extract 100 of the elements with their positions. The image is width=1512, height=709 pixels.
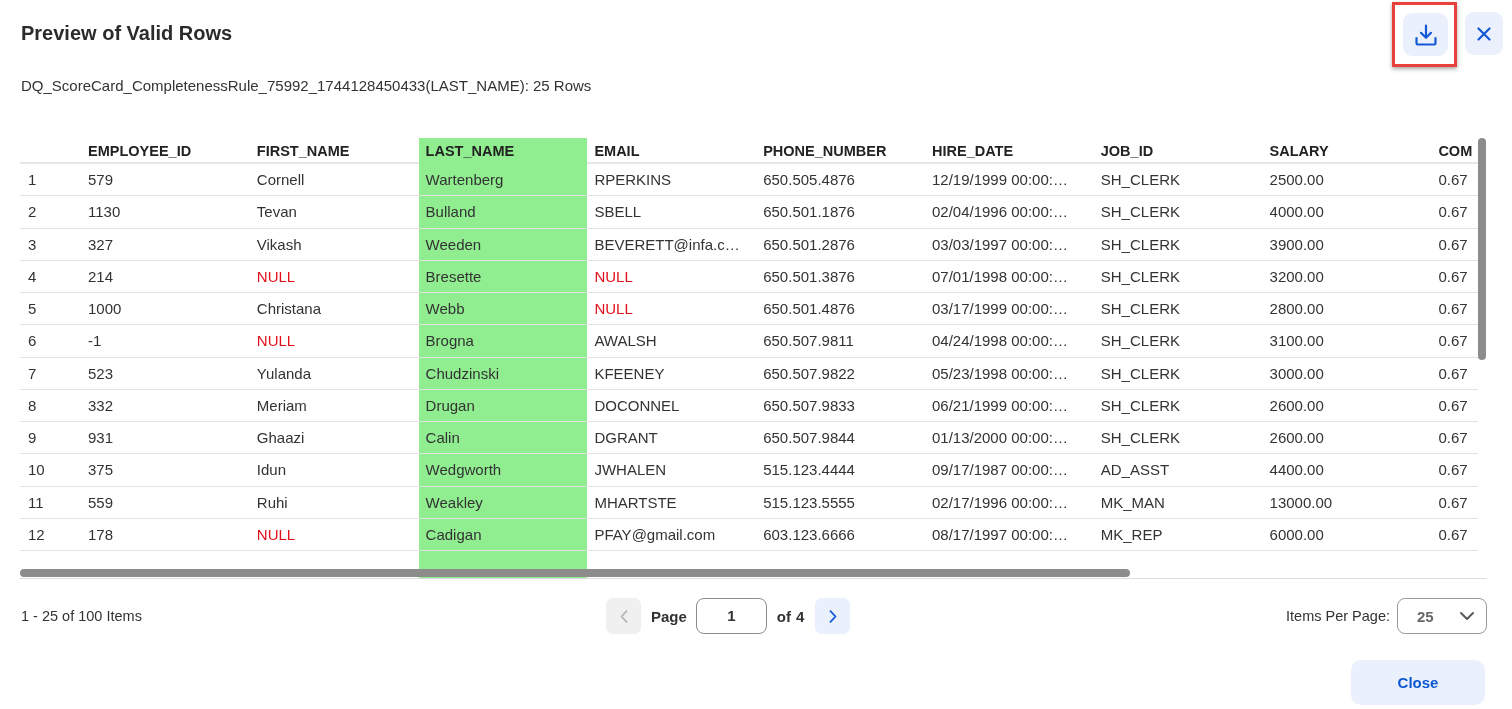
- table-cell-text: Cornell: [255, 170, 306, 190]
- table-cell-text: NULL: [255, 266, 297, 287]
- table-cell-text: 559: [87, 492, 115, 513]
- page-number-field[interactable]: 1: [695, 598, 767, 634]
- page-count: 4: [796, 607, 805, 625]
- column-header: HIRE_DATE: [931, 142, 1015, 161]
- table-cell: Brogna: [418, 325, 588, 357]
- table-cell-text: MHARTSTE: [593, 492, 678, 513]
- table-cell-text: 1130: [87, 202, 122, 223]
- chevron-left-icon: [619, 609, 628, 623]
- items-per-page-select[interactable]: 25: [1397, 598, 1487, 634]
- close-dialog-button[interactable]: Close: [1351, 660, 1485, 705]
- row-number: 6: [27, 331, 38, 352]
- table-cell-text: 3200.00: [1268, 266, 1325, 287]
- table-cell-text: 0.67: [1437, 234, 1469, 255]
- table-cell-text: NULL: [255, 524, 297, 545]
- column-header: JOB_ID: [1099, 142, 1155, 161]
- column-header: PHONE_NUMBER: [762, 142, 888, 161]
- table-cell-text: 2600.00: [1268, 428, 1325, 449]
- table-cell-text: NULL: [255, 331, 297, 352]
- table-cell-text: SH_CLERK: [1099, 266, 1181, 287]
- table-cell: Wedgworth: [418, 454, 588, 486]
- download-icon: [1414, 23, 1437, 46]
- table-cell: Wartenberg: [418, 164, 588, 196]
- table-cell-text: 650.501.2876: [762, 234, 856, 255]
- table-cell-text: 332: [87, 395, 115, 416]
- table-cell-text: 06/21/1999 00:00:…: [931, 395, 1069, 416]
- vertical-scrollbar[interactable]: [1478, 138, 1486, 360]
- chevron-right-icon: [828, 609, 837, 623]
- table-cell-text: 931: [87, 428, 115, 449]
- table-cell-text: 214: [87, 266, 115, 287]
- row-number: 9: [27, 428, 38, 449]
- table-cell-text: 4000.00: [1268, 202, 1325, 223]
- table-cell-text: SH_CLERK: [1099, 428, 1181, 449]
- table-cell: Chudzinski: [418, 357, 588, 389]
- table-cell-text: SH_CLERK: [1099, 170, 1181, 190]
- table-cell-text: 05/23/1998 00:00:…: [931, 363, 1069, 384]
- table-cell-text: Idun: [255, 460, 287, 481]
- table-cell-text: 0.67: [1437, 492, 1469, 513]
- table-cell-text: 07/01/1998 00:00:…: [931, 266, 1069, 287]
- table-cell-text: Tevan: [255, 202, 298, 223]
- row-number: 4: [27, 266, 38, 287]
- table-cell-text: 579: [87, 170, 115, 190]
- table-cell-text: 0.67: [1437, 331, 1469, 352]
- table-cell: Bulland: [418, 196, 588, 228]
- table-cell-text: MK_MAN: [1099, 492, 1166, 513]
- table-cell-text: 178: [87, 524, 115, 545]
- row-number: 7: [27, 363, 38, 384]
- column-header: SALARY: [1268, 142, 1330, 161]
- close-button[interactable]: [1465, 12, 1503, 55]
- column-header: COM: [1437, 142, 1474, 161]
- table-cell-text: 650.501.4876: [762, 299, 856, 320]
- table-cell-text: 6000.00: [1268, 524, 1325, 545]
- row-number: 12: [27, 524, 46, 545]
- table-cell-text: 0.67: [1437, 428, 1469, 449]
- table-cell-text: BEVERETT@infa.c…: [593, 234, 741, 255]
- table-cell-text: 01/13/2000 00:00:…: [931, 428, 1069, 449]
- table-cell-text: 650.501.1876: [762, 202, 856, 223]
- dialog-title: Preview of Valid Rows: [21, 21, 233, 45]
- table-cell-text: 0.67: [1437, 524, 1469, 545]
- table-cell-text: 03/17/1999 00:00:…: [931, 299, 1069, 320]
- table-cell-text: 09/17/1987 00:00:…: [931, 460, 1069, 481]
- table-cell-text: 04/24/1998 00:00:…: [931, 331, 1069, 352]
- column-header: EMPLOYEE_ID: [87, 142, 193, 161]
- dataset-subtitle: DQ_ScoreCard_CompletenessRule_75992_1744128450433(LAST_NAME): 25 Rows: [21, 76, 593, 96]
- horizontal-scrollbar[interactable]: [20, 569, 1130, 577]
- table-cell-text: 1000: [87, 299, 123, 320]
- of-label: of: [776, 607, 792, 625]
- table-cell-text: 08/17/1997 00:00:…: [931, 524, 1069, 545]
- page-label: Page: [651, 607, 687, 625]
- table-cell-text: 0.67: [1437, 266, 1469, 287]
- table-cell-text: Ruhi: [255, 492, 289, 513]
- table-cell-text: 650.507.9844: [762, 428, 856, 449]
- table-cell-text: 650.507.9811: [762, 331, 855, 352]
- table-cell-text: 3000.00: [1268, 363, 1325, 384]
- table-cell-text: 03/03/1997 00:00:…: [931, 234, 1069, 255]
- table-cell-text: 4400.00: [1268, 460, 1325, 481]
- table-cell-text: 2800.00: [1268, 299, 1325, 320]
- table-cell-text: Christana: [255, 299, 322, 320]
- download-button[interactable]: [1403, 13, 1448, 56]
- table-cell-text: Ghaazi: [255, 428, 306, 449]
- row-number: 5: [27, 299, 38, 320]
- table-cell-text: MK_REP: [1099, 524, 1164, 545]
- table-cell-text: Yulanda: [255, 363, 313, 384]
- table-cell-text: 02/17/1996 00:00:…: [931, 492, 1069, 513]
- table-cell-text: 12/19/1999 00:00:…: [931, 170, 1069, 190]
- row-number: 8: [27, 395, 38, 416]
- table-cell-text: PFAY@gmail.com: [593, 524, 717, 545]
- table-cell-text: 515.123.5555: [762, 492, 856, 513]
- table-cell-text: NULL: [593, 266, 634, 287]
- table-cell-text: 2600.00: [1268, 395, 1325, 416]
- table-cell-text: SH_CLERK: [1099, 395, 1181, 416]
- table-cell-text: SH_CLERK: [1099, 202, 1181, 223]
- table-cell-text: 3900.00: [1268, 234, 1325, 255]
- table-cell-text: 375: [87, 460, 115, 481]
- table-cell-text: 0.67: [1437, 460, 1469, 481]
- table-cell-text: 0.67: [1437, 395, 1469, 416]
- next-page-button[interactable]: [815, 598, 851, 634]
- table-cell-text: 0.67: [1437, 363, 1469, 384]
- column-header: EMAIL: [593, 142, 641, 161]
